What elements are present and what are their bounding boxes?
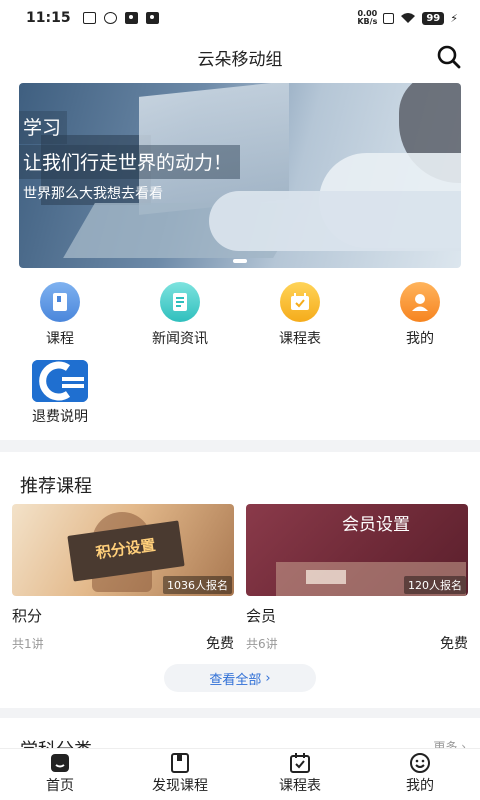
course-name: 会员: [246, 607, 277, 625]
quick-menu-course[interactable]: 课程: [0, 282, 120, 352]
quick-menu-schedule[interactable]: 课程表: [240, 282, 360, 352]
course-card[interactable]: 会员设置 120人报名 会员 共6讲 免费: [246, 504, 468, 652]
tab-mine[interactable]: 我的: [360, 749, 480, 800]
enrolled-count: 120人报名: [404, 576, 466, 594]
tab-label: 首页: [46, 778, 74, 794]
enrolled-count: 1036人报名: [163, 576, 232, 594]
recommend-section: 推荐课程 积分设置 1036人报名 积分 共1讲 免费 会员设置 120人报名 …: [0, 452, 480, 708]
wifi-icon: [401, 13, 416, 23]
app-page: 11:15 0.00 KB/s 99 ⚡ 云朵移动组 学习 让我们行走世界的动力…: [0, 0, 480, 800]
banner-slogan: 让我们行走世界的动力！: [19, 145, 241, 179]
battery-indicator: 99: [422, 11, 445, 25]
banner-tag: 学习: [19, 111, 68, 144]
user-icon: [400, 282, 440, 322]
tab-label: 发现课程: [152, 778, 208, 794]
course-price: 免费: [440, 636, 468, 652]
network-speed: 0.00 KB/s: [357, 9, 378, 26]
cover-sign-board: 积分设置: [67, 520, 185, 582]
course-cover: 积分设置 1036人报名: [12, 504, 234, 596]
camera-notification-icon: [124, 12, 138, 24]
status-bar: 11:15 0.00 KB/s 99 ⚡: [0, 0, 480, 36]
news-icon: [160, 282, 200, 322]
section-title: 推荐课程: [20, 476, 92, 497]
tab-discover[interactable]: 发现课程: [120, 749, 240, 800]
carousel-indicator[interactable]: [233, 259, 247, 263]
smile-icon: [410, 753, 430, 773]
banner-carousel[interactable]: 学习 让我们行走世界的动力！ 世界那么大我想去看看: [19, 83, 461, 268]
banner-photo-hand: [209, 191, 461, 251]
home-icon: [51, 754, 69, 772]
tab-label: 我的: [406, 778, 434, 794]
quick-menu-label: 退费说明: [32, 409, 88, 425]
tab-schedule[interactable]: 课程表: [240, 749, 360, 800]
course-card[interactable]: 积分设置 1036人报名 积分 共1讲 免费: [12, 504, 234, 652]
banner-subtitle: 世界那么大我想去看看: [23, 186, 163, 202]
course-lessons: 共1讲: [12, 637, 44, 651]
quick-menu-refund[interactable]: 退费说明: [0, 360, 120, 430]
cover-text: 会员设置: [342, 515, 410, 535]
sim-icon: [383, 12, 395, 24]
discover-icon: [171, 753, 189, 773]
quick-menu-news[interactable]: 新闻资讯: [120, 282, 240, 352]
chevron-right-icon: ›: [265, 670, 271, 686]
cover-notebook: [306, 570, 346, 584]
charging-icon: ⚡: [450, 11, 458, 25]
search-icon[interactable]: [436, 44, 462, 70]
quick-menu-mine[interactable]: 我的: [360, 282, 480, 352]
quick-menu-label: 新闻资讯: [152, 331, 208, 347]
quick-menu-label: 课程表: [279, 331, 321, 347]
home-top-section: 学习 让我们行走世界的动力！ 世界那么大我想去看看 课程 新闻资讯 课程表 我的…: [0, 78, 480, 440]
quick-menu-label: 课程: [46, 331, 74, 347]
status-time: 11:15: [26, 10, 71, 26]
course-name: 积分: [12, 607, 43, 625]
notification-icon: [82, 12, 96, 24]
calendar-icon: [280, 282, 320, 322]
cover-text: 积分设置: [94, 535, 157, 563]
view-all-button[interactable]: 查看全部 ›: [164, 664, 316, 692]
title-bar: 云朵移动组: [0, 36, 480, 78]
bottom-tab-bar: 首页 发现课程 课程表 我的: [0, 748, 480, 800]
tab-home[interactable]: 首页: [0, 749, 120, 800]
course-lessons: 共6讲: [246, 637, 278, 651]
flash-notification-icon: [145, 12, 159, 24]
schedule-icon: [290, 753, 310, 773]
course-price: 免费: [206, 636, 234, 652]
quick-menu-row: 退费说明: [0, 360, 480, 430]
app-notification-icon: [103, 12, 117, 24]
refund-logo-icon: [32, 360, 88, 402]
quick-menu-row: 课程 新闻资讯 课程表 我的: [0, 282, 480, 352]
tab-label: 课程表: [279, 778, 321, 794]
view-all-label: 查看全部: [209, 672, 262, 688]
book-icon: [40, 282, 80, 322]
page-title: 云朵移动组: [197, 50, 283, 70]
course-cover: 会员设置 120人报名: [246, 504, 468, 596]
quick-menu-label: 我的: [406, 331, 434, 347]
